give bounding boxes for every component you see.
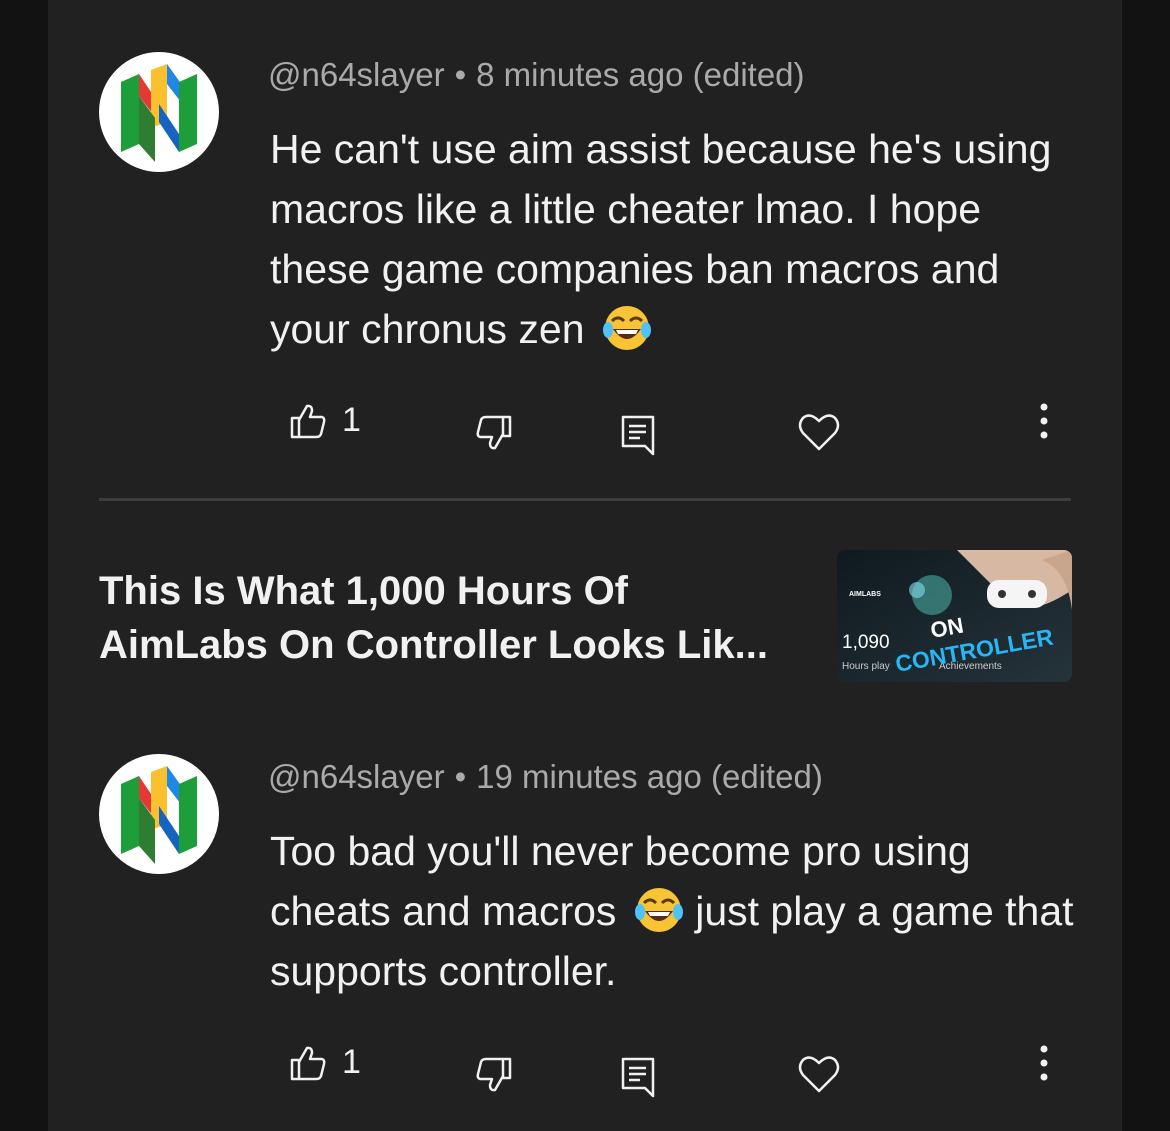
- n64-logo-icon: [121, 64, 197, 162]
- thumb-hours-label: Hours play: [842, 661, 890, 672]
- meta-separator: •: [454, 56, 467, 93]
- thumb-brand: AIMLABS: [849, 591, 881, 598]
- more-options-button[interactable]: [1033, 1044, 1055, 1084]
- dislike-button[interactable]: [474, 414, 514, 454]
- like-count: 1: [342, 400, 361, 439]
- comment-author[interactable]: @n64slayer: [268, 56, 445, 93]
- thumbs-down-icon: [476, 1057, 512, 1092]
- like-button[interactable]: 1: [288, 400, 361, 440]
- comment-time: 8 minutes ago (edited): [476, 56, 805, 93]
- n64-logo-icon: [121, 766, 197, 864]
- comment-meta: @n64slayer • 8 minutes ago (edited): [268, 56, 805, 94]
- thumbs-down-icon: [476, 415, 512, 450]
- comment-time: 19 minutes ago (edited): [476, 758, 823, 795]
- comment-text-part: He can't use aim assist because he's usi…: [270, 126, 1052, 352]
- thumbs-up-icon: [290, 1046, 326, 1081]
- heart-button[interactable]: [797, 411, 841, 453]
- laughing-emoji-icon: [602, 306, 651, 350]
- comment-text: He can't use aim assist because he's usi…: [270, 119, 1080, 359]
- like-count: 1: [342, 1042, 361, 1081]
- heart-icon: [798, 1056, 840, 1093]
- video-title[interactable]: This Is What 1,000 Hours Of AimLabs On C…: [99, 564, 799, 672]
- dislike-button[interactable]: [474, 1056, 514, 1096]
- comment-author[interactable]: @n64slayer: [268, 758, 445, 795]
- thumb-hours: 1,090: [842, 632, 890, 653]
- divider: [99, 498, 1071, 501]
- video-link[interactable]: This Is What 1,000 Hours Of AimLabs On C…: [99, 550, 1072, 690]
- reply-button[interactable]: [620, 414, 656, 456]
- avatar[interactable]: [99, 52, 219, 172]
- avatar[interactable]: [99, 754, 219, 874]
- more-vertical-icon: [1040, 403, 1048, 439]
- more-options-button[interactable]: [1033, 402, 1055, 442]
- video-thumbnail[interactable]: AIMLABS 1,090 Hours play Achievements ON…: [837, 550, 1072, 682]
- reply-icon: [621, 1057, 655, 1098]
- thumbnail-image: AIMLABS 1,090 Hours play Achievements ON…: [837, 550, 1072, 682]
- more-vertical-icon: [1040, 1045, 1048, 1081]
- heart-button[interactable]: [797, 1053, 841, 1095]
- like-button[interactable]: 1: [288, 1042, 361, 1082]
- meta-separator: •: [454, 758, 467, 795]
- reply-icon: [621, 415, 655, 456]
- comment-meta: @n64slayer • 19 minutes ago (edited): [268, 758, 823, 796]
- comments-panel: @n64slayer • 8 minutes ago (edited) He can…: [48, 0, 1122, 1131]
- heart-icon: [798, 414, 840, 451]
- comment-text: Too bad you'll never become pro using ch…: [270, 821, 1080, 1001]
- laughing-emoji-icon: [634, 888, 683, 932]
- reply-button[interactable]: [620, 1056, 656, 1098]
- thumbs-up-icon: [290, 404, 326, 439]
